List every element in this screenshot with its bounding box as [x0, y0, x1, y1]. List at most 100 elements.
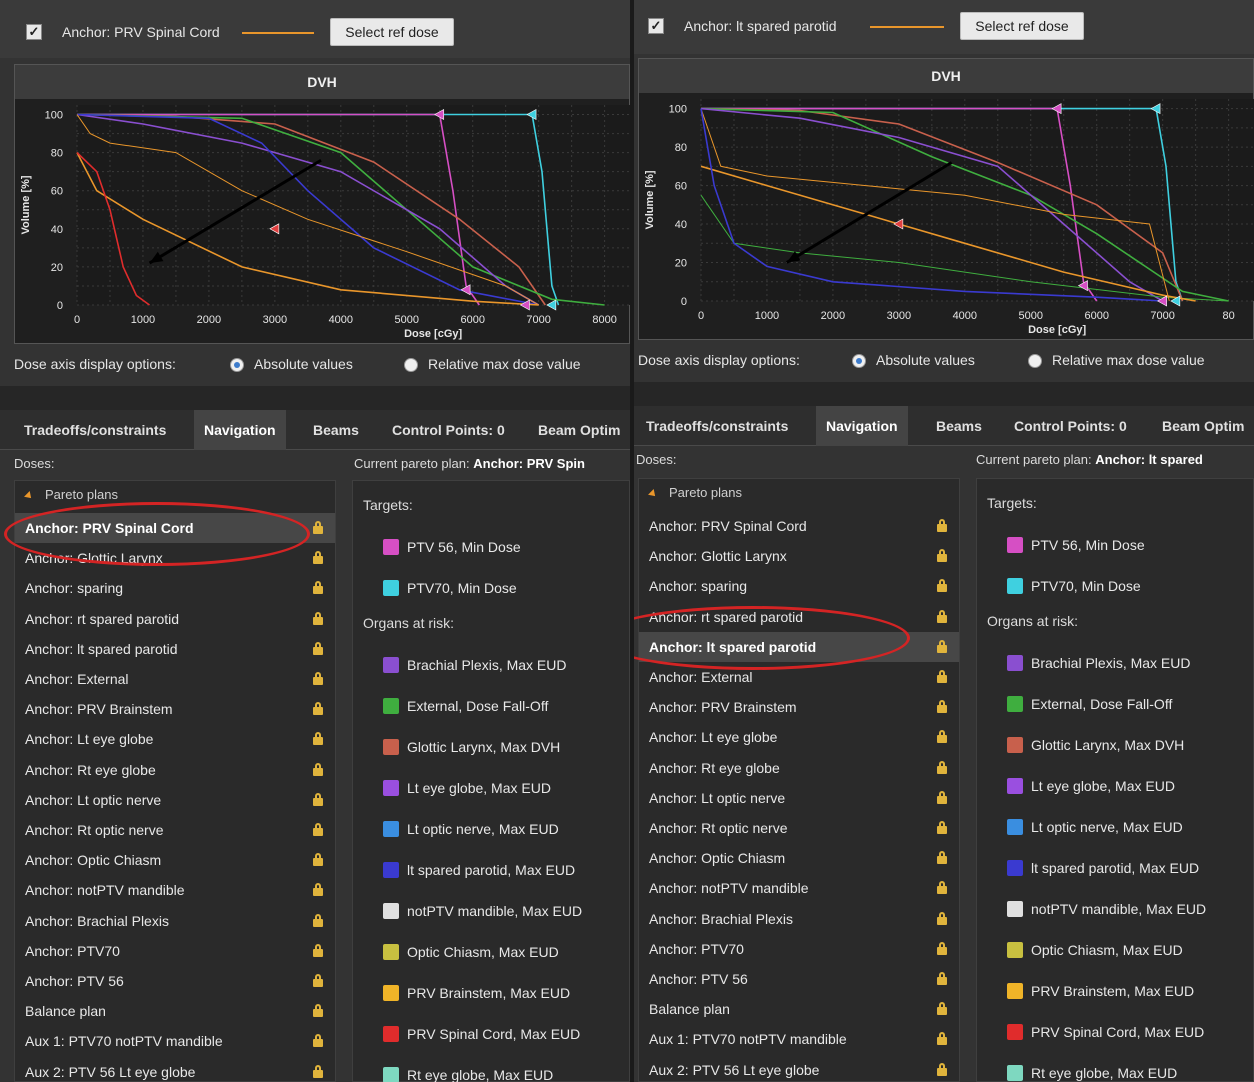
lock-icon[interactable]: [313, 581, 323, 595]
lock-icon[interactable]: [937, 851, 947, 865]
lock-icon[interactable]: [313, 611, 323, 625]
dose-list-item[interactable]: Aux 2: PTV 56 Lt eye globe: [639, 1055, 959, 1082]
objective-item[interactable]: PRV Spinal Cord, Max EUD: [383, 1024, 580, 1044]
objective-item[interactable]: Brachial Plexis, Max EUD: [1007, 653, 1191, 673]
dose-list-item[interactable]: Anchor: lt spared parotid: [15, 634, 335, 664]
dose-list-item[interactable]: Anchor: Optic Chiasm: [15, 845, 335, 875]
objective-item[interactable]: Lt optic nerve, Max EUD: [383, 819, 559, 839]
lock-icon[interactable]: [937, 519, 947, 532]
lock-icon[interactable]: [937, 1062, 947, 1076]
dose-list-item[interactable]: Anchor: Lt optic nerve: [15, 785, 335, 815]
lock-icon[interactable]: [937, 821, 947, 834]
objective-item[interactable]: Lt eye globe, Max EUD: [383, 778, 551, 798]
relative-max-dose-radio[interactable]: [1028, 354, 1042, 368]
lock-icon[interactable]: [937, 639, 947, 653]
dose-list-item[interactable]: Anchor: sparing: [639, 571, 959, 601]
dose-list-item[interactable]: Anchor: Lt optic nerve: [639, 783, 959, 813]
dose-list-item[interactable]: Anchor: PTV70: [639, 934, 959, 964]
lock-icon[interactable]: [937, 1032, 947, 1046]
objective-item[interactable]: PTV70, Min Dose: [1007, 576, 1141, 596]
tab-beams[interactable]: Beams: [313, 410, 359, 450]
lock-icon[interactable]: [313, 1034, 323, 1048]
objective-item[interactable]: Brachial Plexis, Max EUD: [383, 655, 567, 675]
dose-list-item[interactable]: Anchor: Lt eye globe: [15, 724, 335, 754]
lock-icon[interactable]: [313, 762, 323, 776]
dose-list-item[interactable]: Anchor: PRV Brainstem: [15, 694, 335, 724]
lock-icon[interactable]: [313, 521, 323, 534]
lock-icon[interactable]: [937, 911, 947, 925]
dose-list-item[interactable]: Aux 2: PTV 56 Lt eye globe: [15, 1057, 335, 1082]
objective-item[interactable]: Glottic Larynx, Max DVH: [1007, 735, 1184, 755]
objective-item[interactable]: Optic Chiasm, Max EUD: [383, 942, 559, 962]
objective-item[interactable]: PRV Brainstem, Max EUD: [383, 983, 570, 1003]
objective-item[interactable]: PRV Brainstem, Max EUD: [1007, 981, 1194, 1001]
select-ref-dose-button[interactable]: Select ref dose: [960, 12, 1084, 40]
tab-navigation[interactable]: Navigation: [194, 410, 286, 450]
lock-icon[interactable]: [313, 1064, 323, 1078]
lock-icon[interactable]: [313, 853, 323, 867]
dvh-plot[interactable]: 1008060402000 1000 2000 3000 4000 5000 6000 700…: [15, 99, 630, 345]
objective-item[interactable]: notPTV mandible, Max EUD: [383, 901, 582, 921]
lock-icon[interactable]: [937, 1002, 947, 1016]
dose-list-item[interactable]: Anchor: Rt eye globe: [15, 755, 335, 785]
pareto-plans-header[interactable]: Pareto plans: [24, 487, 118, 502]
lock-icon[interactable]: [313, 1004, 323, 1018]
dose-list-item[interactable]: Anchor: PTV70: [15, 936, 335, 966]
dose-list-item[interactable]: Aux 1: PTV70 notPTV mandible: [15, 1026, 335, 1056]
lock-icon[interactable]: [937, 760, 947, 774]
objective-item[interactable]: Rt eye globe, Max EUD: [383, 1065, 553, 1082]
dose-list-item[interactable]: Anchor: PTV 56: [639, 964, 959, 994]
dose-list-item[interactable]: Anchor: Glottic Larynx: [639, 541, 959, 571]
lock-icon[interactable]: [313, 974, 323, 987]
lock-icon[interactable]: [313, 551, 323, 565]
lock-icon[interactable]: [313, 823, 323, 836]
objective-item[interactable]: PRV Spinal Cord, Max EUD: [1007, 1022, 1204, 1042]
tab-control-points[interactable]: Control Points: 0: [1014, 406, 1127, 446]
objective-item[interactable]: lt spared parotid, Max EUD: [1007, 858, 1199, 878]
lock-icon[interactable]: [937, 549, 947, 563]
lock-icon[interactable]: [937, 790, 947, 804]
dose-list-item[interactable]: Balance plan: [639, 994, 959, 1024]
anchor-checkbox[interactable]: ✓: [26, 24, 42, 40]
dose-list-item[interactable]: Balance plan: [15, 996, 335, 1026]
dose-list-item[interactable]: Anchor: PRV Spinal Cord: [639, 511, 959, 541]
objective-item[interactable]: Lt optic nerve, Max EUD: [1007, 817, 1183, 837]
objective-item[interactable]: lt spared parotid, Max EUD: [383, 860, 575, 880]
lock-icon[interactable]: [937, 579, 947, 593]
tab-navigation[interactable]: Navigation: [816, 406, 908, 446]
objective-item[interactable]: Rt eye globe, Max EUD: [1007, 1063, 1177, 1082]
dose-list-item[interactable]: Anchor: Rt optic nerve: [639, 813, 959, 843]
dose-list-item[interactable]: Aux 1: PTV70 notPTV mandible: [639, 1024, 959, 1054]
lock-icon[interactable]: [313, 913, 323, 927]
dose-list-item[interactable]: Anchor: Brachial Plexis: [639, 904, 959, 934]
dose-list-item[interactable]: Anchor: Brachial Plexis: [15, 906, 335, 936]
lock-icon[interactable]: [313, 883, 323, 897]
lock-icon[interactable]: [313, 641, 323, 655]
objective-item[interactable]: Optic Chiasm, Max EUD: [1007, 940, 1183, 960]
dose-list-item[interactable]: Anchor: Rt eye globe: [639, 753, 959, 783]
lock-icon[interactable]: [937, 730, 947, 744]
dose-list-item[interactable]: Anchor: External: [15, 664, 335, 694]
dose-list-item[interactable]: Anchor: sparing: [15, 573, 335, 603]
lock-icon[interactable]: [937, 700, 947, 714]
objective-item[interactable]: PTV 56, Min Dose: [383, 537, 521, 557]
dose-list-item[interactable]: Anchor: Rt optic nerve: [15, 815, 335, 845]
objective-item[interactable]: Lt eye globe, Max EUD: [1007, 776, 1175, 796]
lock-icon[interactable]: [313, 792, 323, 806]
lock-icon[interactable]: [313, 702, 323, 716]
pareto-plans-header[interactable]: Pareto plans: [648, 485, 742, 500]
lock-icon[interactable]: [313, 672, 323, 685]
tab-tradeoffs[interactable]: Tradeoffs/constraints: [646, 406, 788, 446]
objective-item[interactable]: External, Dose Fall-Off: [383, 696, 548, 716]
objective-item[interactable]: External, Dose Fall-Off: [1007, 694, 1172, 714]
lock-icon[interactable]: [937, 670, 947, 683]
select-ref-dose-button[interactable]: Select ref dose: [330, 18, 454, 46]
tab-beams[interactable]: Beams: [936, 406, 982, 446]
objective-item[interactable]: Glottic Larynx, Max DVH: [383, 737, 560, 757]
tab-beam-optim[interactable]: Beam Optim: [538, 410, 620, 450]
dose-list-item[interactable]: Anchor: PTV 56: [15, 966, 335, 996]
relative-max-dose-radio[interactable]: [404, 358, 418, 372]
tab-tradeoffs[interactable]: Tradeoffs/constraints: [24, 410, 166, 450]
dose-list-item[interactable]: Anchor: PRV Brainstem: [639, 692, 959, 722]
lock-icon[interactable]: [313, 732, 323, 746]
